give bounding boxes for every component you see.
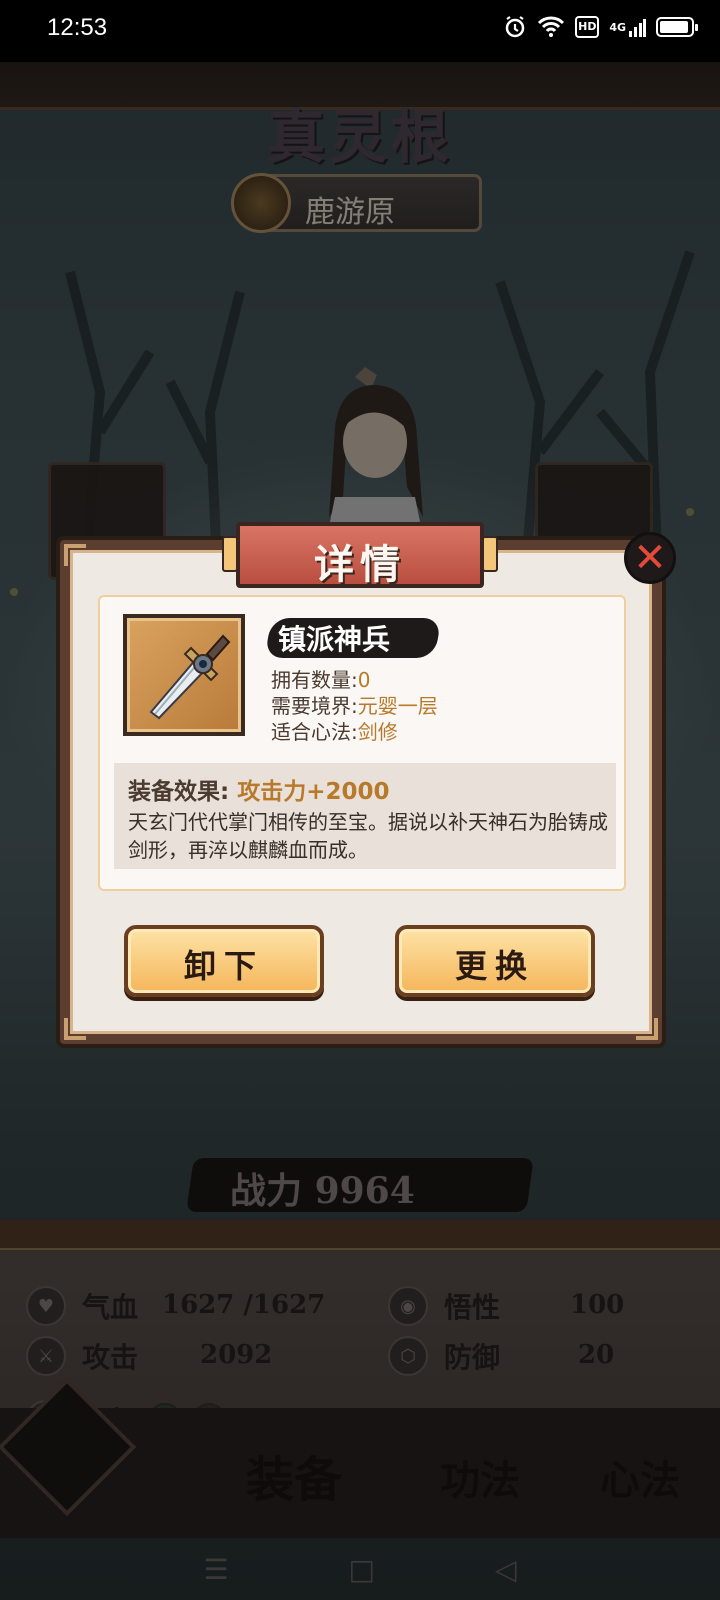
status-time: 12:53 [47, 14, 108, 41]
replace-button-label: 更换 [454, 947, 535, 985]
dialog-title: 详情 [314, 541, 406, 588]
equip-effect-value: 攻击力+2000 [237, 779, 390, 805]
alarm-icon [503, 14, 527, 40]
network-label: 4G [609, 20, 626, 34]
corner-ornament [636, 1018, 658, 1040]
wifi-icon [537, 14, 565, 40]
sword-image [149, 634, 231, 720]
battery-icon [656, 17, 698, 37]
close-button[interactable]: ✕ [624, 532, 676, 584]
attr-owned: 拥有数量:0 [271, 664, 370, 693]
attr-owned-label: 拥有数量: [271, 668, 358, 692]
status-icons: HD 4G [503, 14, 698, 40]
item-description: 天玄门代代掌门相传的至宝。据说以补天神石为胎铸成剑形，再淬以麒麟血而成。 [128, 810, 608, 862]
equip-effect-label: 装备效果: [128, 779, 230, 805]
attr-realm-value: 元婴一层 [357, 694, 438, 718]
corner-ornament [64, 544, 86, 566]
corner-ornament [64, 1018, 86, 1040]
attr-owned-value: 0 [357, 668, 371, 692]
attr-realm-requirement: 需要境界:元婴一层 [271, 690, 438, 719]
attr-method: 适合心法:剑修 [271, 716, 398, 745]
header-cap-right [482, 536, 498, 572]
dialog-header: 详情 [236, 522, 484, 588]
item-name: 镇派神兵 [278, 623, 391, 656]
close-icon: ✕ [633, 535, 667, 581]
attr-realm-label: 需要境界: [271, 694, 358, 718]
signal-icon: 4G [609, 14, 646, 40]
unequip-button-label: 卸下 [183, 947, 264, 985]
equip-effect: 装备效果: 攻击力+2000 [128, 772, 390, 806]
unequip-button[interactable]: 卸下 [124, 925, 324, 997]
hd-icon: HD [575, 16, 600, 38]
attr-method-value: 剑修 [357, 720, 398, 744]
attr-method-label: 适合心法: [271, 720, 358, 744]
status-bar: 12:53 HD 4G [0, 0, 720, 62]
item-sword-icon [123, 614, 245, 736]
replace-button[interactable]: 更换 [395, 925, 595, 997]
